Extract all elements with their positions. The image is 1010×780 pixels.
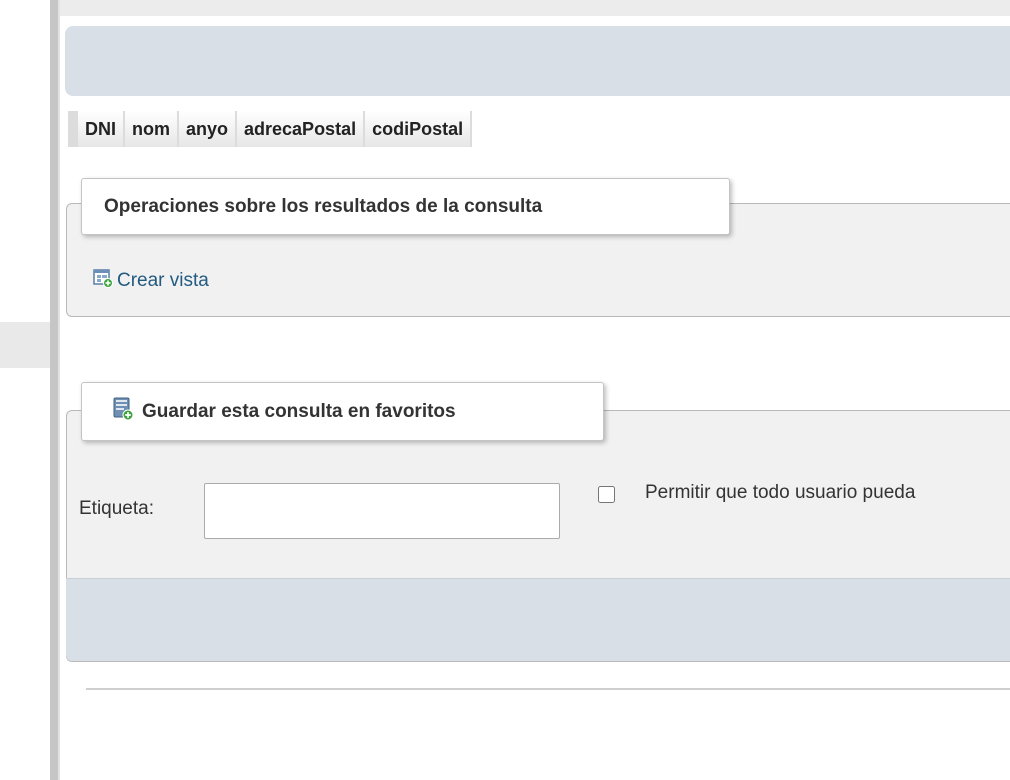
bookmark-title: Guardar esta consulta en favoritos: [142, 400, 456, 422]
column-header-anyo[interactable]: anyo: [179, 111, 238, 147]
navigation-panel-edge: [0, 0, 50, 780]
column-header-codipostal[interactable]: codiPostal: [365, 111, 473, 147]
top-toolbar-strip: [60, 0, 1010, 16]
results-navigation-bar: [65, 26, 1010, 96]
create-view-label: Crear vista: [117, 269, 209, 291]
column-header-adrecapostal[interactable]: adrecaPostal: [237, 111, 366, 147]
create-view-link[interactable]: Crear vista: [93, 268, 209, 293]
navigation-resize-handle[interactable]: [50, 0, 58, 780]
column-header-dni[interactable]: DNI: [78, 111, 125, 147]
navigation-panel-shade: [0, 322, 50, 368]
create-view-icon: [93, 268, 113, 293]
results-table-header: DNI nom anyo adrecaPostal codiPostal: [68, 111, 473, 147]
navigation-divider: [58, 0, 60, 780]
query-operations-legend: Operaciones sobre los resultados de la c…: [81, 178, 730, 235]
bookmark-label-input[interactable]: [204, 483, 560, 539]
share-bookmark-checkbox[interactable]: [598, 486, 615, 503]
section-divider: [86, 688, 1010, 690]
bookmark-panel-footer: [66, 578, 1010, 661]
bookmark-add-icon: [112, 397, 134, 427]
bookmark-label-caption: Etiqueta:: [79, 498, 154, 519]
bookmark-legend: Guardar esta consulta en favoritos: [81, 382, 604, 441]
column-header-nom[interactable]: nom: [125, 111, 179, 147]
query-operations-title: Operaciones sobre los resultados de la c…: [104, 195, 543, 217]
share-bookmark-label: Permitir que todo usuario pueda: [645, 482, 916, 503]
